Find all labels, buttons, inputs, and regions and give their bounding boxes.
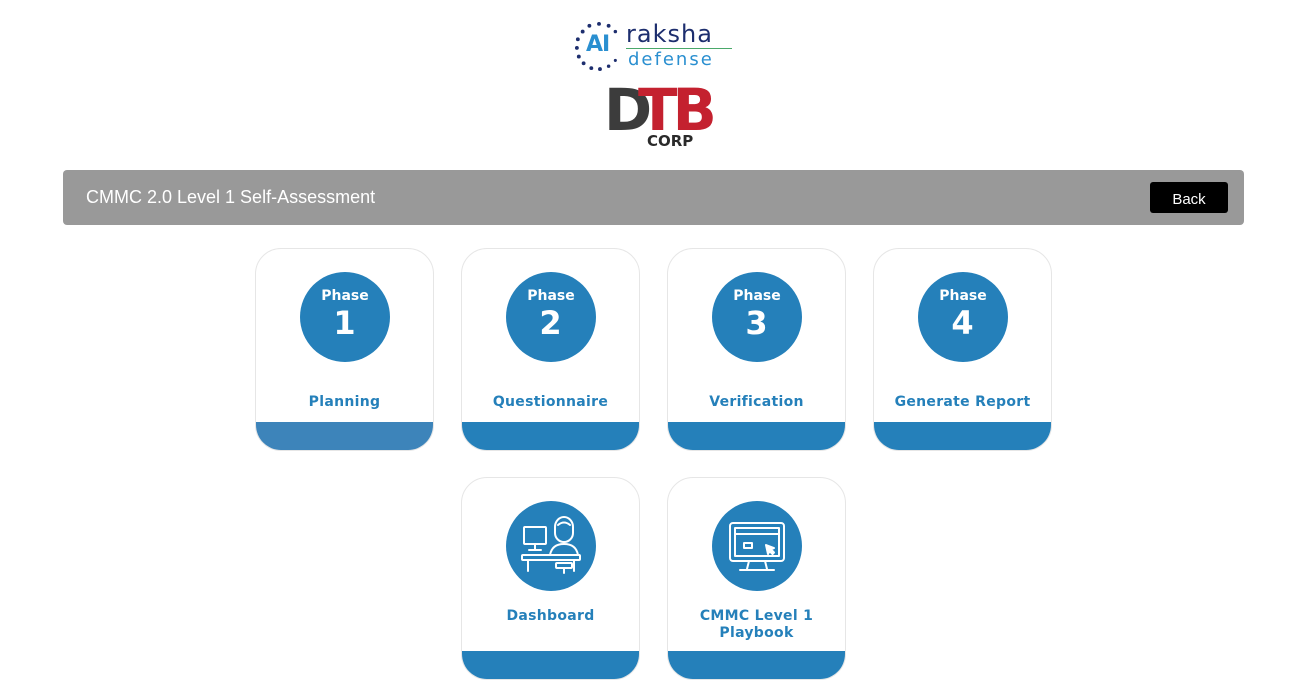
brand-name-bottom: defense <box>628 49 714 70</box>
ai-mark: AI <box>586 32 610 57</box>
phase-number: 3 <box>745 304 769 342</box>
phase-3-label: Verification <box>709 394 804 410</box>
phase-4-label: Generate Report <box>894 394 1031 410</box>
phase-word: Phase <box>321 288 369 304</box>
phase-word: Phase <box>733 288 781 304</box>
page-title: CMMC 2.0 Level 1 Self-Assessment <box>86 187 376 207</box>
phase-word: Phase <box>939 288 987 304</box>
dashboard-card[interactable]: Dashboard <box>461 477 640 680</box>
phase-3-card[interactable]: Phase 3 Verification <box>667 248 846 451</box>
card-footer-band <box>668 422 845 450</box>
card-footer-band <box>462 651 639 679</box>
raksha-defense-logo: AI raksha defense <box>574 20 736 74</box>
page-header-bar: CMMC 2.0 Level 1 Self-Assessment Back <box>63 170 1244 225</box>
phase-3-badge: Phase 3 <box>712 272 802 362</box>
monitor-cursor-icon <box>729 522 785 571</box>
phase-4-card[interactable]: Phase 4 Generate Report <box>873 248 1052 451</box>
card-footer-band <box>668 651 845 679</box>
phase-1-badge: Phase 1 <box>300 272 390 362</box>
phase-number: 4 <box>951 304 975 342</box>
playbook-label-line1: CMMC Level 1 <box>699 608 814 624</box>
playbook-card[interactable]: CMMC Level 1 Playbook <box>667 477 846 680</box>
back-button[interactable]: Back <box>1150 182 1228 213</box>
card-footer-band <box>462 422 639 450</box>
phase-1-label: Planning <box>308 394 381 410</box>
phase-4-badge: Phase 4 <box>918 272 1008 362</box>
phase-2-card[interactable]: Phase 2 Questionnaire <box>461 248 640 451</box>
phase-1-card[interactable]: Phase 1 Planning <box>255 248 434 451</box>
phase-number: 1 <box>333 304 357 342</box>
dtb-logo-corp: CORP <box>647 132 694 150</box>
phase-2-label: Questionnaire <box>492 394 609 410</box>
brand-name-top: raksha <box>626 20 713 48</box>
person-at-desk-icon <box>521 516 581 574</box>
playbook-badge <box>712 501 802 591</box>
phase-2-badge: Phase 2 <box>506 272 596 362</box>
playbook-label-line2: Playbook <box>719 625 794 641</box>
card-footer-band <box>874 422 1051 450</box>
dashboard-label: Dashboard <box>506 608 595 624</box>
card-footer-band <box>256 422 433 450</box>
phase-number: 2 <box>539 304 563 342</box>
phase-word: Phase <box>527 288 575 304</box>
dashboard-badge <box>506 501 596 591</box>
dtb-corp-logo: D TB CORP <box>604 76 717 152</box>
